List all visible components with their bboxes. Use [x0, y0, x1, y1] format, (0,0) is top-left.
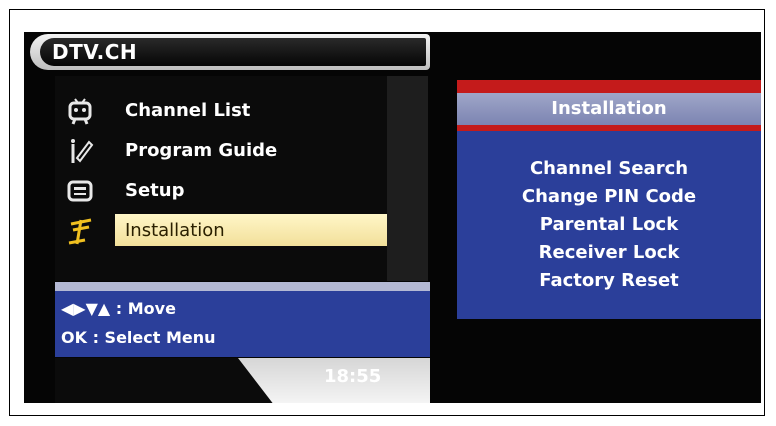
- menu-scrollbar[interactable]: [387, 76, 428, 281]
- menu-item-program-guide[interactable]: Program Guide: [55, 134, 415, 168]
- menu-item-installation[interactable]: Installation: [55, 214, 415, 248]
- main-menu: Channel List Program Guide Setup Install…: [55, 76, 428, 281]
- submenu-item-change-pin[interactable]: Change PIN Code: [457, 183, 761, 211]
- header-bar: DTV.CH: [30, 34, 430, 70]
- submenu-item-channel-search[interactable]: Channel Search: [457, 155, 761, 183]
- menu-item-label: Setup: [125, 180, 185, 201]
- submenu-item-parental-lock[interactable]: Parental Lock: [457, 211, 761, 239]
- help-move: ◀▶▼▲ : Move: [61, 299, 176, 318]
- menu-item-label: Installation: [125, 220, 225, 241]
- menu-item-label: Channel List: [125, 100, 251, 121]
- help-bar: ◀▶▼▲ : Move OK : Select Menu: [55, 291, 430, 357]
- clock-time: 18:55: [324, 366, 382, 387]
- setup-box-icon: [67, 180, 93, 202]
- submenu-item-receiver-lock[interactable]: Receiver Lock: [457, 239, 761, 267]
- header-title: DTV.CH: [52, 40, 138, 64]
- pen-guide-icon: [71, 139, 94, 163]
- submenu-list: Channel Search Change PIN Code Parental …: [457, 155, 761, 295]
- tv-screen: DTV.CH Channel List Program Guide Setup …: [24, 32, 761, 403]
- help-select: OK : Select Menu: [61, 328, 216, 347]
- submenu-item-factory-reset[interactable]: Factory Reset: [457, 267, 761, 295]
- submenu-accent-top: [457, 80, 761, 93]
- menu-item-setup[interactable]: Setup: [55, 174, 415, 208]
- menu-item-label: Program Guide: [125, 140, 278, 161]
- menu-item-channel-list[interactable]: Channel List: [55, 94, 415, 128]
- submenu-title: Installation: [551, 98, 667, 119]
- tv-face-icon: [68, 98, 92, 125]
- antenna-icon: [68, 218, 92, 245]
